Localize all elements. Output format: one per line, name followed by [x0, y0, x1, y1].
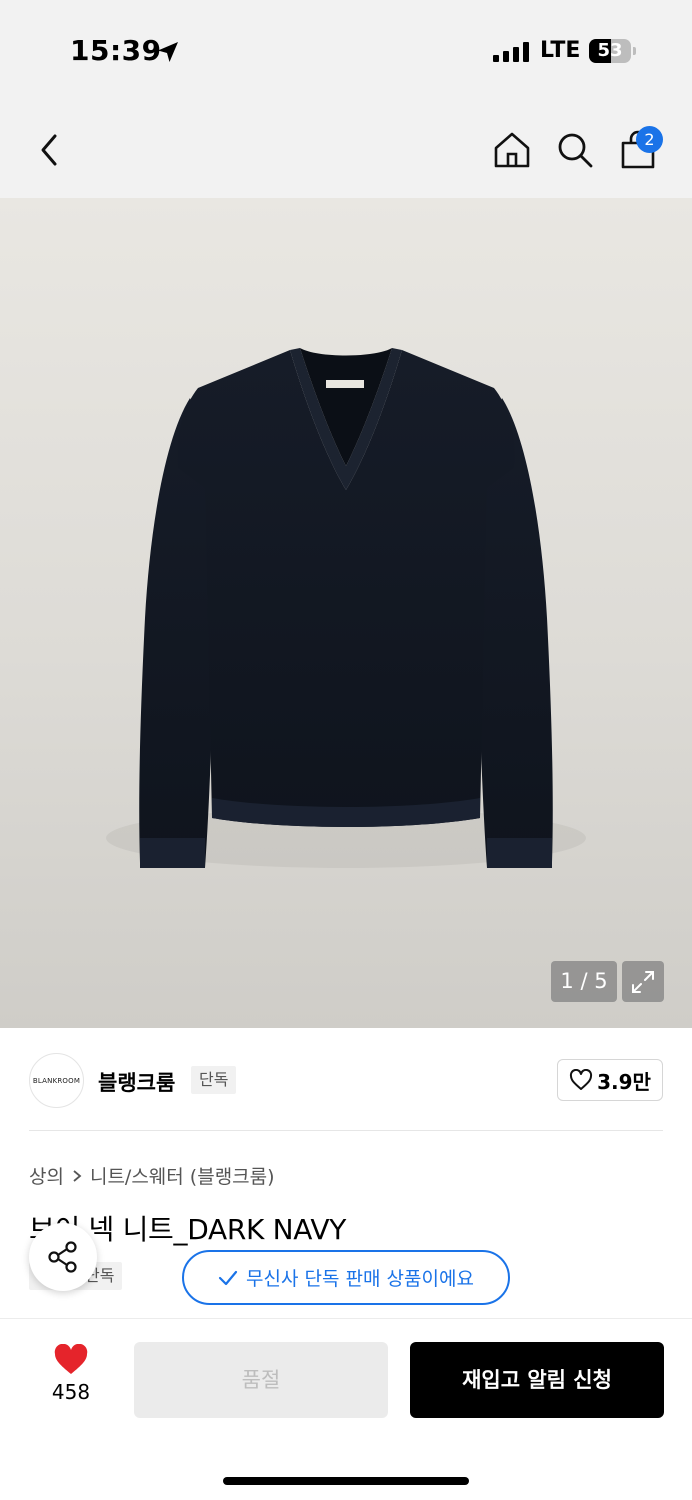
search-button[interactable]: [551, 126, 599, 174]
home-indicator[interactable]: [223, 1477, 469, 1485]
chevron-right-icon: [73, 1169, 82, 1182]
cart-count-badge: 2: [636, 126, 663, 153]
top-nav: [0, 100, 692, 198]
status-time: 15:39: [70, 34, 162, 67]
network-label: LTE: [540, 38, 581, 63]
brand-logo[interactable]: BLANKROOM: [29, 1053, 84, 1108]
sweater-illustration: [106, 348, 586, 868]
battery-icon: 53: [589, 39, 631, 63]
product-image[interactable]: 1 / 5: [0, 198, 692, 1028]
heart-outline-icon: [570, 1069, 593, 1090]
breadcrumb: 상의 니트/스웨터 (블랭크룸): [29, 1162, 275, 1189]
breadcrumb-item-subcategory[interactable]: 니트/스웨터 (블랭크룸): [90, 1162, 275, 1189]
expand-image-button[interactable]: [622, 961, 664, 1002]
brand-like-count: 3.9만: [597, 1069, 651, 1094]
like-button[interactable]: 458: [40, 1344, 102, 1414]
expand-icon: [632, 970, 654, 993]
home-icon: [494, 132, 530, 168]
share-button[interactable]: [29, 1223, 97, 1291]
battery-cap: [633, 47, 636, 55]
share-icon: [48, 1241, 77, 1273]
check-icon: [218, 1270, 238, 1285]
breadcrumb-item-category[interactable]: 상의: [29, 1162, 64, 1189]
back-button[interactable]: [26, 126, 74, 174]
back-icon: [41, 134, 57, 166]
status-bar: 15:39 LTE 53: [0, 0, 692, 100]
heart-filled-icon: [54, 1344, 88, 1374]
like-count: 458: [51, 1380, 91, 1404]
exclusive-tag: 단독: [191, 1066, 237, 1094]
signal-icon: [493, 42, 529, 62]
image-counter: 1 / 5: [551, 961, 617, 1002]
location-arrow-icon: [158, 42, 178, 62]
exclusive-notice-text: 무신사 단독 판매 상품이에요: [246, 1268, 474, 1290]
battery-percent: 53: [597, 40, 623, 61]
brand-name[interactable]: 블랭크룸: [98, 1067, 175, 1097]
home-button[interactable]: [488, 126, 536, 174]
search-icon: [558, 133, 593, 168]
soldout-button[interactable]: 품절: [134, 1342, 388, 1418]
divider: [29, 1130, 663, 1131]
exclusive-notice-pill[interactable]: 무신사 단독 판매 상품이에요: [182, 1250, 510, 1305]
brand-like-button[interactable]: 3.9만: [557, 1059, 663, 1101]
restock-alert-button[interactable]: 재입고 알림 신청: [410, 1342, 664, 1418]
